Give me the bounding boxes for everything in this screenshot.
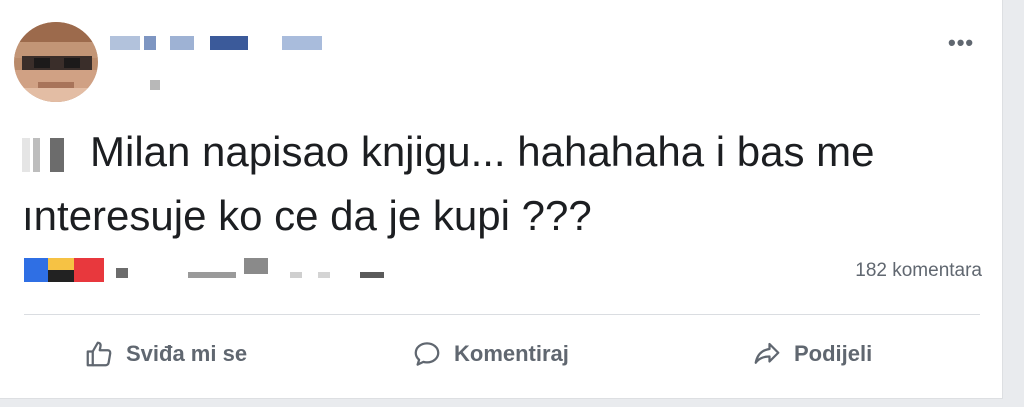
angry-reaction-icon: [74, 258, 104, 282]
haha-reaction-icon: [48, 258, 74, 282]
redacted-mention: [22, 137, 40, 172]
author-name-redacted[interactable]: [110, 36, 140, 50]
timestamp-redacted[interactable]: [150, 80, 160, 90]
author-name-redacted[interactable]: [170, 36, 194, 50]
reactors-redacted: [290, 272, 302, 278]
like-label: Sviđa mi se: [126, 341, 248, 366]
speech-bubble-icon: [414, 342, 440, 366]
author-name-redacted[interactable]: [282, 36, 322, 50]
author-name-redacted[interactable]: [210, 36, 248, 50]
more-options-icon[interactable]: •••: [948, 30, 974, 56]
post-text-content: Milan napisao knjigu... hahahaha i bas m…: [22, 128, 875, 239]
reactors-redacted: [188, 272, 236, 278]
share-button[interactable]: Podijeli: [752, 332, 872, 376]
author-name-redacted[interactable]: [144, 36, 156, 50]
reactors-redacted: [360, 272, 384, 278]
divider: [24, 314, 980, 315]
redacted-mention: [50, 137, 64, 172]
post-text: Milan napisao knjigu... hahahaha i bas m…: [22, 120, 972, 248]
post-card: ••• Milan napisao knjigu... hahahaha i b…: [0, 0, 1003, 399]
comment-label: Komentiraj: [454, 341, 569, 366]
reactors-redacted: [318, 272, 330, 278]
like-button[interactable]: Sviđa mi se: [84, 332, 247, 376]
reactors-redacted: [116, 268, 128, 278]
thumbs-up-icon: [86, 341, 112, 367]
avatar[interactable]: [14, 22, 98, 102]
reactors-redacted: [244, 258, 268, 274]
comment-count[interactable]: 182 komentara: [796, 260, 982, 282]
comment-button[interactable]: Komentiraj: [412, 332, 569, 376]
like-reaction-icon: [24, 258, 50, 282]
share-arrow-icon: [754, 342, 780, 364]
share-label: Podijeli: [794, 341, 873, 366]
